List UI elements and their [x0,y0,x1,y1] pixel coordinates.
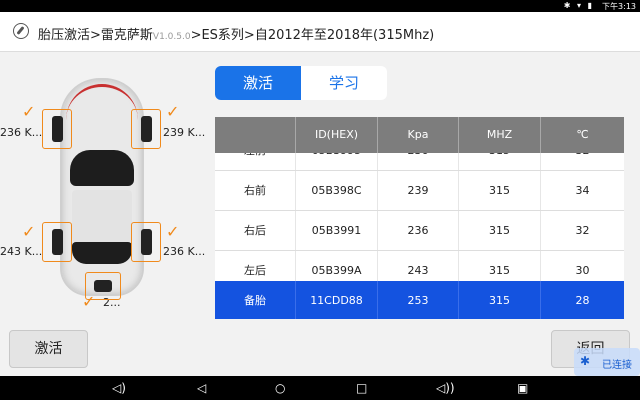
version-label: V1.0.5.0 [152,32,191,42]
bluetooth-icon: ✱ [580,354,591,368]
volume-up-icon[interactable]: ◁)) [436,380,455,396]
status-icons: ✱ ▾ ▮ [563,1,594,10]
cell-mhz: 315 [459,171,541,210]
back-nav-icon[interactable]: ◁ [197,380,206,396]
cell-kpa: 236 [378,211,459,250]
tire-icon [141,116,152,142]
table-body[interactable]: 左前 05B3995 236 315 32 右前 05B398C 239 315… [215,153,624,319]
column-header-id: ID(HEX) [296,117,378,153]
column-header-temp: ℃ [576,128,589,141]
cell-position: 左前 [215,153,296,170]
rear-right-check-icon: ✓ [166,222,180,241]
breadcrumb: 胎压激活>雷克萨斯V1.0.5.0>ES系列>自2012年至2018年(315M… [38,24,434,43]
table-row-selected[interactable]: 备胎 11CDD88 253 315 28 [215,281,624,319]
tire-icon [52,116,63,142]
wheel-front-left[interactable] [42,109,72,149]
cell-kpa: 239 [378,171,459,210]
mode-tabs: 激活 学习 [215,66,387,100]
column-header-kpa: Kpa [378,117,459,153]
table-header: ID(HEX) Kpa MHZ ℃ [215,117,624,153]
rear-left-check-icon: ✓ [22,222,36,241]
wheel-rear-left[interactable] [42,222,72,262]
front-left-check-icon: ✓ [22,102,36,121]
column-header-mhz: MHZ [459,117,541,153]
rear-right-pressure: 236 K... [163,245,206,258]
recents-icon[interactable]: □ [356,380,367,396]
cell-temp: 34 [575,184,590,197]
breadcrumb-suffix: >ES系列>自2012年至2018年(315Mhz) [190,28,435,43]
cell-temp: 28 [575,294,590,307]
car-roof [72,190,132,242]
cell-id: 11CDD88 [296,281,378,319]
volume-down-icon[interactable]: ◁) [112,380,126,396]
front-right-check-icon: ✓ [166,102,180,121]
car-diagram-panel: ✓ 236 K... ✓ 239 K... ✓ 243 K... ✓ 236 K… [0,54,212,320]
table-row[interactable]: 左前 05B3995 236 315 32 [215,153,624,171]
breadcrumb-prefix: 胎压激活>雷克萨斯 [38,28,153,43]
wheel-front-right[interactable] [131,109,161,149]
cell-id: 05B3991 [296,211,378,250]
title-bar: 胎压激活>雷克萨斯V1.0.5.0>ES系列>自2012年至2018年(315M… [0,12,640,52]
cell-temp: 32 [575,224,590,237]
tab-activate[interactable]: 激活 [215,66,301,100]
screenshot-icon[interactable]: ▣ [517,380,528,396]
cell-kpa: 236 [378,153,459,170]
home-icon[interactable]: ○ [275,380,285,396]
cell-mhz: 315 [459,281,541,319]
wheel-spare[interactable] [85,272,121,300]
front-left-pressure: 236 K... [0,126,43,139]
cell-mhz: 315 [459,211,541,250]
car-rear-window [72,242,132,264]
table-row[interactable]: 右前 05B398C 239 315 34 [215,171,624,211]
rear-left-pressure: 243 K... [0,245,43,258]
navigation-bar: ◁) ◁ ○ □ ◁)) ▣ [0,376,640,400]
table-row[interactable]: 右后 05B3991 236 315 32 [215,211,624,251]
bluetooth-status-label: 已连接 [602,360,632,371]
cell-position: 备胎 [215,281,296,319]
activate-button[interactable]: 激活 [9,330,88,368]
cell-temp: 32 [541,153,624,170]
tire-icon [141,229,152,255]
wheel-rear-right[interactable] [131,222,161,262]
front-right-pressure: 239 K... [163,126,206,139]
tab-learn[interactable]: 学习 [301,66,387,100]
status-bar: ✱ ▾ ▮ 下午3:13 [0,0,640,12]
cell-id: 05B3995 [296,153,378,170]
cell-kpa: 253 [378,281,459,319]
bluetooth-status-badge[interactable]: ✱ 已连接 [574,348,640,376]
cell-position: 右前 [215,171,296,210]
cell-position: 右后 [215,211,296,250]
tire-icon [52,229,63,255]
sensor-table: ID(HEX) Kpa MHZ ℃ 左前 05B3995 236 315 32 … [215,117,624,319]
compass-icon[interactable] [13,23,29,39]
car-windshield [70,150,134,186]
cell-id: 05B398C [296,171,378,210]
cell-mhz: 315 [459,153,541,170]
column-header-position [215,117,296,153]
tire-icon [94,280,112,292]
status-time: 下午3:13 [602,2,636,11]
